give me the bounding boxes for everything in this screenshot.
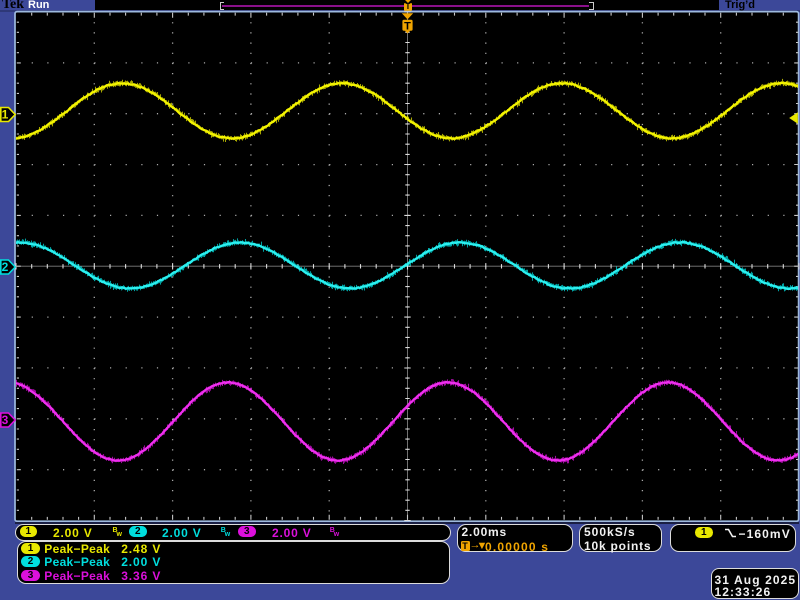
svg-text:1: 1 <box>2 108 9 122</box>
svg-text:T: T <box>404 20 411 32</box>
svg-text:3: 3 <box>2 413 9 427</box>
svg-text:2: 2 <box>2 260 9 274</box>
